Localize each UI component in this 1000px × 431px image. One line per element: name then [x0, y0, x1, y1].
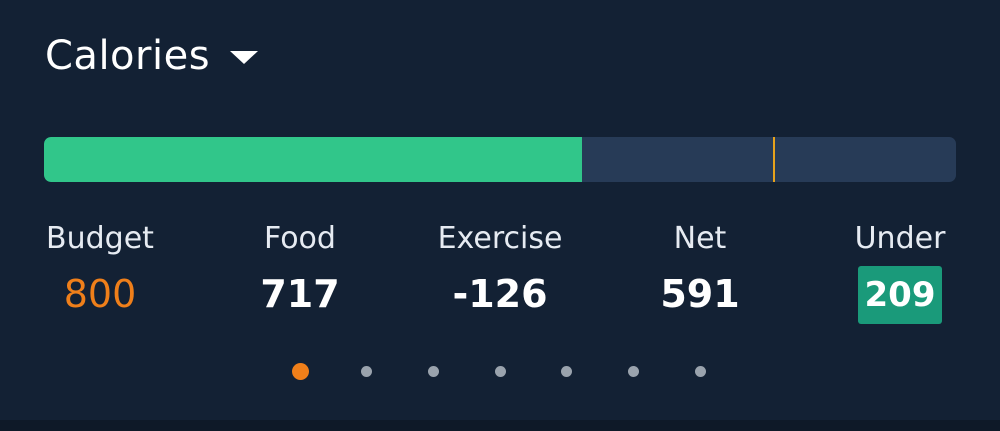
target-marker: [773, 137, 775, 182]
stat-value-wrap: 209: [800, 266, 1000, 324]
calorie-progress-bar: [44, 137, 956, 182]
stat-budget: Budget 800: [0, 220, 200, 316]
page-dot-3[interactable]: [428, 366, 439, 377]
stat-label: Under: [854, 221, 946, 256]
stat-value: 800: [63, 272, 137, 316]
stat-value: 591: [660, 272, 740, 316]
stat-label: Exercise: [437, 221, 563, 256]
stat-net: Net 591: [600, 220, 800, 316]
stat-under: Under 209: [800, 220, 1000, 324]
bottom-divider: [0, 420, 1000, 431]
page-dot-1[interactable]: [292, 363, 309, 380]
page-indicator: [0, 362, 1000, 382]
page-dot-4[interactable]: [495, 366, 506, 377]
page-dot-5[interactable]: [561, 366, 572, 377]
calories-card: Calories Budget 800 Food 717 Exercise -1…: [0, 0, 1000, 420]
progress-fill: [44, 137, 582, 182]
page-dot-7[interactable]: [695, 366, 706, 377]
page-dot-2[interactable]: [361, 366, 372, 377]
stat-label: Budget: [46, 221, 154, 256]
stat-exercise: Exercise -126: [400, 220, 600, 316]
card-title: Calories: [45, 33, 211, 79]
caret-down-icon: [230, 50, 259, 64]
calories-dropdown[interactable]: Calories: [45, 28, 259, 84]
stat-value: 717: [260, 272, 340, 316]
stat-label: Net: [673, 221, 727, 256]
page-dot-6[interactable]: [628, 366, 639, 377]
under-badge: 209: [857, 266, 943, 324]
stat-value: -126: [452, 272, 548, 316]
stat-food: Food 717: [200, 220, 400, 316]
stat-label: Food: [264, 221, 336, 256]
calorie-stats: Budget 800 Food 717 Exercise -126 Net 59…: [0, 220, 1000, 330]
